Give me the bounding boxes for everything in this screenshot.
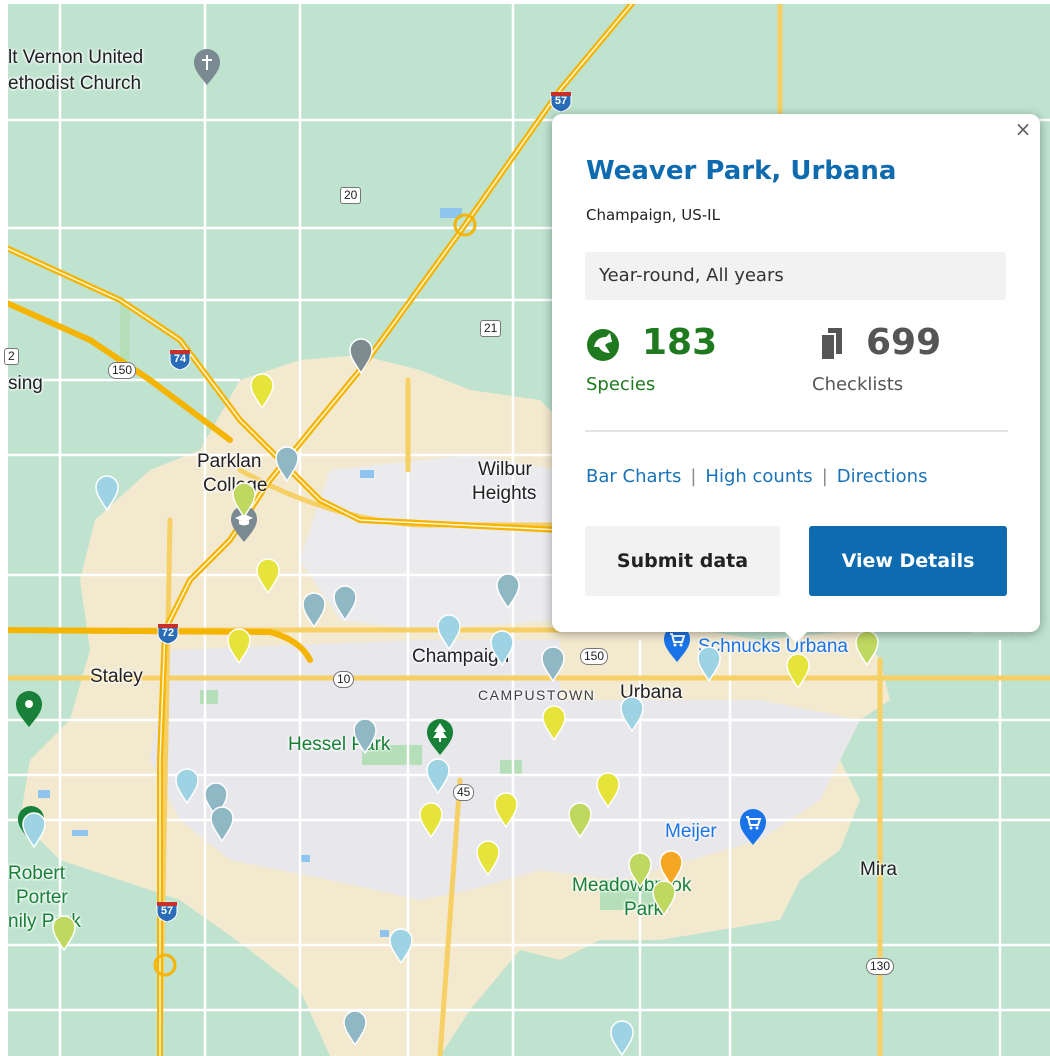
- hotspot-marker[interactable]: [541, 646, 565, 682]
- route-2-shield: 2: [4, 348, 19, 365]
- church-label-line2: ethodist Church: [8, 73, 142, 94]
- species-count: 183: [642, 322, 718, 363]
- interstate-74-shield: 74: [168, 348, 192, 371]
- checklists-count: 699: [866, 322, 942, 363]
- hotspot-title[interactable]: Weaver Park, Urbana: [586, 156, 896, 186]
- hotspot-marker[interactable]: [426, 758, 450, 794]
- species-label: Species: [586, 374, 656, 395]
- hotspot-marker[interactable]: [250, 373, 274, 409]
- hotspot-marker[interactable]: [490, 630, 514, 666]
- campustown-label: CAMPUSTOWN: [478, 687, 596, 703]
- hotspot-marker[interactable]: [22, 812, 46, 848]
- robert-label-line2: Porter: [16, 887, 68, 908]
- hotspot-marker[interactable]: [628, 852, 652, 888]
- hotspot-marker[interactable]: [697, 646, 721, 682]
- checklists-icon: [820, 328, 842, 360]
- hotspot-marker[interactable]: [494, 792, 518, 828]
- mira-label: Mira: [860, 859, 897, 880]
- park-tree-icon[interactable]: [425, 718, 455, 756]
- church-poi-icon[interactable]: [192, 48, 222, 86]
- date-range-value: Year-round, All years: [599, 265, 784, 286]
- hotspot-marker[interactable]: [227, 628, 251, 664]
- hotspot-marker[interactable]: [349, 338, 373, 374]
- map-canvas[interactable]: lt Vernon United ethodist Church sing Pa…: [0, 0, 1050, 1056]
- checklists-label: Checklists: [812, 374, 904, 395]
- lansing-label: sing: [8, 373, 43, 394]
- hotspot-marker[interactable]: [333, 585, 357, 621]
- hotspot-marker[interactable]: [95, 475, 119, 511]
- hotspot-marker[interactable]: [232, 482, 256, 518]
- route-20-shield: 20: [340, 187, 362, 204]
- hotspot-marker[interactable]: [610, 1020, 634, 1056]
- hotspot-region: Champaign, US-IL: [586, 206, 720, 224]
- hotspot-marker[interactable]: [596, 772, 620, 808]
- hotspot-marker[interactable]: [855, 630, 879, 666]
- wilbur-label-line1: Wilbur: [478, 459, 532, 480]
- submit-data-button[interactable]: Submit data: [585, 526, 780, 596]
- link-separator: |: [821, 466, 828, 487]
- species-icon: [587, 329, 619, 361]
- parkland-label-line1: Parklan: [197, 451, 262, 472]
- robert-label-line1: Robert: [8, 863, 66, 884]
- high-counts-link[interactable]: High counts: [705, 466, 812, 487]
- hotspot-marker[interactable]: [652, 880, 676, 916]
- hotspot-marker[interactable]: [437, 614, 461, 650]
- bar-charts-link[interactable]: Bar Charts: [586, 466, 681, 487]
- hotspot-marker-selected[interactable]: [786, 653, 810, 689]
- us-45-shield: 45: [453, 784, 475, 801]
- meijer-label: Meijer: [665, 821, 717, 842]
- route-21-shield: 21: [480, 320, 502, 337]
- route-10-shield: 10: [333, 671, 355, 688]
- hotspot-marker[interactable]: [568, 802, 592, 838]
- hotspot-marker[interactable]: [302, 592, 326, 628]
- wilbur-label-line2: Heights: [472, 483, 537, 504]
- hotspot-marker[interactable]: [52, 915, 76, 951]
- directions-link[interactable]: Directions: [837, 466, 928, 487]
- hotspot-marker[interactable]: [275, 446, 299, 482]
- hotspot-marker[interactable]: [620, 696, 644, 732]
- popup-divider: [585, 430, 1008, 432]
- us-150-shield-east: 150: [580, 648, 609, 665]
- hotspot-marker[interactable]: [256, 558, 280, 594]
- church-label-line1: lt Vernon United: [8, 47, 144, 68]
- hotspot-marker[interactable]: [496, 573, 520, 609]
- link-separator: |: [690, 466, 697, 487]
- close-icon[interactable]: ×: [1012, 118, 1034, 140]
- hotspot-marker[interactable]: [353, 718, 377, 754]
- popup-pointer: [784, 631, 808, 643]
- hotspot-marker[interactable]: [419, 802, 443, 838]
- staley-label: Staley: [90, 666, 143, 687]
- date-range-selector[interactable]: Year-round, All years: [585, 252, 1006, 300]
- hotspot-marker[interactable]: [476, 840, 500, 876]
- interstate-57-shield-north: 57: [549, 90, 573, 113]
- hotspot-popup: × Weaver Park, Urbana Champaign, US-IL Y…: [552, 114, 1040, 643]
- interstate-72-shield: 72: [156, 622, 180, 645]
- popup-links: Bar Charts | High counts | Directions: [586, 466, 927, 487]
- hotspot-marker[interactable]: [343, 1010, 367, 1046]
- hotspot-marker[interactable]: [175, 768, 199, 804]
- view-details-button[interactable]: View Details: [809, 526, 1007, 596]
- interstate-57-shield-south: 57: [155, 900, 179, 923]
- green-place-icon[interactable]: [14, 690, 44, 728]
- hotspot-marker[interactable]: [542, 705, 566, 741]
- route-130-shield: 130: [866, 958, 895, 975]
- hotspot-marker[interactable]: [210, 806, 234, 842]
- us-150-shield-west: 150: [108, 362, 137, 379]
- hotspot-marker[interactable]: [389, 928, 413, 964]
- meijer-cart-icon[interactable]: [738, 808, 768, 846]
